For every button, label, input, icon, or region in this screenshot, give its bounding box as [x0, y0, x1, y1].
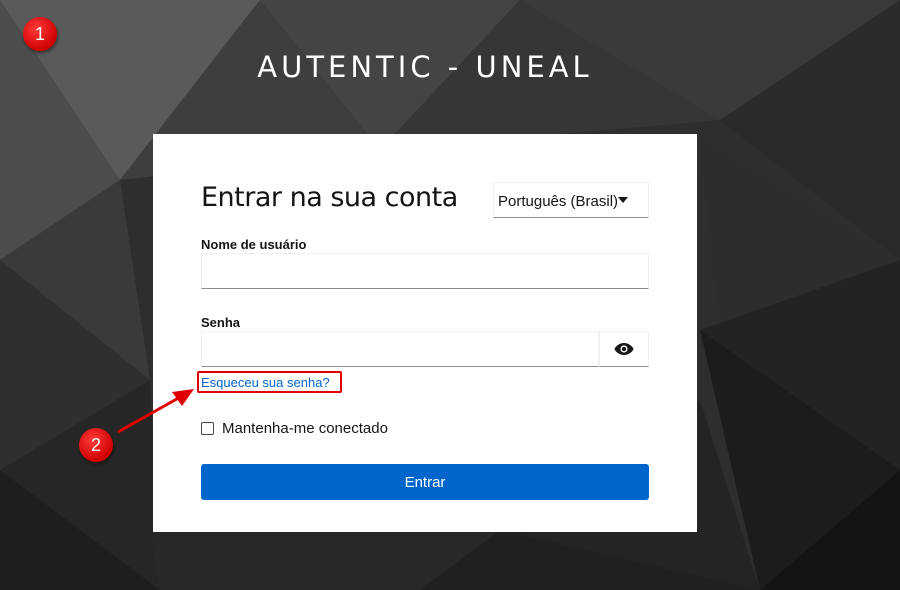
remember-me-checkbox[interactable]: [201, 422, 214, 435]
remember-me-label: Mantenha-me conectado: [222, 420, 388, 437]
show-password-button[interactable]: [599, 331, 649, 367]
remember-me[interactable]: Mantenha-me conectado: [201, 420, 388, 437]
login-button[interactable]: Entrar: [201, 464, 649, 500]
language-select[interactable]: Português (Brasil): [493, 182, 649, 218]
eye-icon: [614, 343, 634, 355]
language-selected-value: Português (Brasil): [498, 193, 619, 210]
caret-down-icon: [618, 197, 628, 203]
password-input[interactable]: [201, 331, 599, 367]
username-label: Nome de usuário: [201, 237, 307, 252]
password-label: Senha: [201, 315, 241, 330]
username-input[interactable]: [201, 253, 649, 289]
page-title: Entrar na sua conta: [201, 182, 458, 213]
realm-title: AUTENTIC - UNEAL: [257, 50, 593, 84]
login-card: Entrar na sua conta Português (Brasil) N…: [153, 134, 697, 532]
annotation-highlight-box: [197, 371, 342, 393]
annotation-badge-1: 1: [23, 17, 57, 51]
annotation-badge-2: 2: [79, 428, 113, 462]
